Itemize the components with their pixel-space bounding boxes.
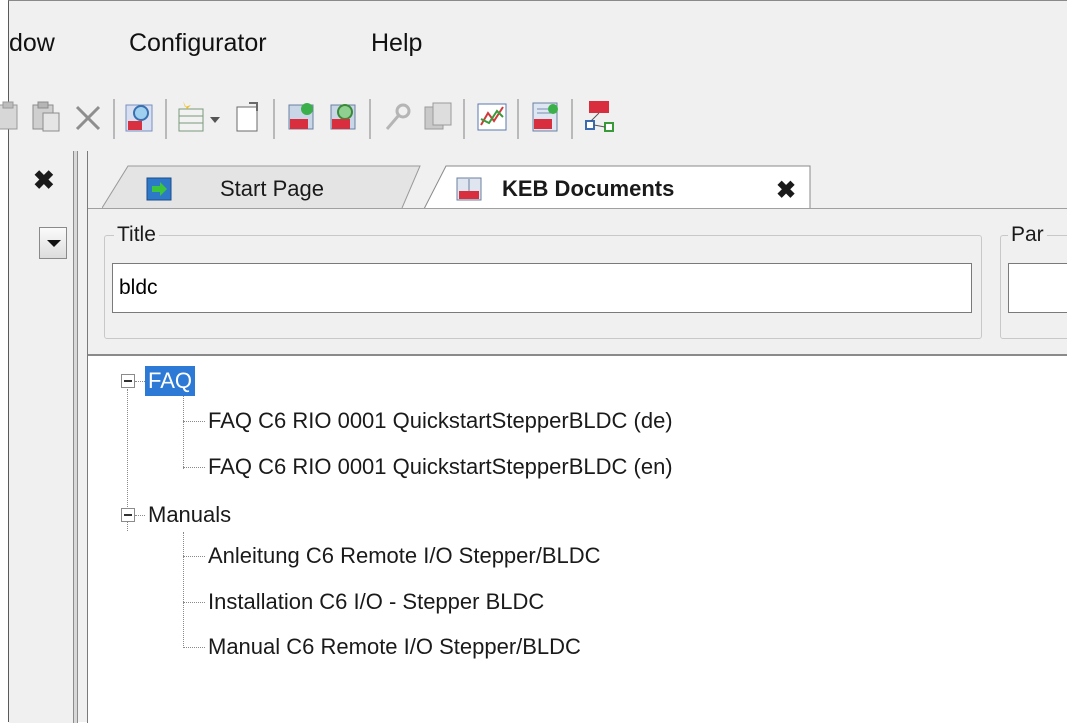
keb-search-icon[interactable] xyxy=(327,99,361,135)
keb-add-icon[interactable] xyxy=(285,99,319,135)
paste-icon[interactable] xyxy=(0,99,21,135)
tab-keb-documents[interactable]: KEB Documents ✖ xyxy=(424,165,822,209)
document-tree: FAQ FAQ C6 RIO 0001 QuickstartStepperBLD… xyxy=(88,354,1067,723)
toolbar-separator xyxy=(165,99,167,139)
toolbar xyxy=(0,83,1067,151)
collapse-icon[interactable] xyxy=(121,374,135,388)
toolbar-separator xyxy=(113,99,115,139)
chart-icon[interactable] xyxy=(475,99,509,135)
new-project-icon[interactable] xyxy=(175,99,209,135)
toolbar-separator xyxy=(463,99,465,139)
tree-connector xyxy=(183,421,205,422)
tree-item[interactable]: FAQ C6 RIO 0001 QuickstartStepperBLDC (e… xyxy=(205,452,676,482)
title-filter-input[interactable] xyxy=(112,263,972,313)
par-filter-input[interactable] xyxy=(1008,263,1067,313)
tree-item[interactable]: FAQ C6 RIO 0001 QuickstartStepperBLDC (d… xyxy=(205,406,676,436)
keb-documents-icon xyxy=(456,177,482,201)
search-keb-icon[interactable] xyxy=(123,99,157,135)
copy-document-icon[interactable] xyxy=(421,99,455,135)
close-icon[interactable]: ✖ xyxy=(776,176,796,205)
menu-bar: dow Configurator Help xyxy=(9,1,1067,83)
toolbar-separator xyxy=(273,99,275,139)
main-area: Start Page KEB Documents ✖ Title Par xyxy=(87,151,1067,723)
tree-node-manuals[interactable]: Manuals xyxy=(145,500,234,530)
export-icon[interactable] xyxy=(231,99,265,135)
menu-help[interactable]: Help xyxy=(371,29,422,58)
tab-strip: Start Page KEB Documents ✖ xyxy=(88,151,1067,209)
tree-connector xyxy=(183,389,184,469)
tree-item[interactable]: Anleitung C6 Remote I/O Stepper/BLDC xyxy=(205,541,604,571)
tab-label: KEB Documents xyxy=(502,176,675,201)
tree-item[interactable]: Manual C6 Remote I/O Stepper/BLDC xyxy=(205,632,584,662)
toolbar-separator xyxy=(571,99,573,139)
toolbar-separator xyxy=(369,99,371,139)
panel-dropdown-button[interactable] xyxy=(39,227,67,259)
tree-connector xyxy=(183,602,205,603)
tab-strip-divider xyxy=(88,208,1067,209)
tab-label: Start Page xyxy=(220,176,324,201)
key-icon[interactable] xyxy=(381,99,415,135)
copy-icon[interactable] xyxy=(29,99,63,135)
tab-start-page[interactable]: Start Page xyxy=(102,165,432,209)
delete-icon[interactable] xyxy=(71,99,105,135)
tree-connector xyxy=(183,647,205,648)
menu-window[interactable]: dow xyxy=(9,29,55,58)
title-filter-label: Title xyxy=(114,223,159,247)
tree-connector xyxy=(135,381,145,382)
chevron-down-icon xyxy=(47,240,61,247)
chevron-down-icon[interactable] xyxy=(207,99,223,135)
collapse-icon[interactable] xyxy=(121,508,135,522)
application-window: dow Configurator Help ✖ Start Page KEB D… xyxy=(0,0,1067,723)
tree-connector xyxy=(183,467,205,468)
par-filter-label: Par xyxy=(1008,223,1047,247)
tree-connector xyxy=(135,515,145,516)
tree-connector xyxy=(183,532,184,648)
network-icon[interactable] xyxy=(583,99,617,135)
tree-connector xyxy=(183,556,205,557)
menu-configurator[interactable]: Configurator xyxy=(129,29,267,58)
keb-doc-icon[interactable] xyxy=(529,99,563,135)
close-icon[interactable]: ✖ xyxy=(33,167,55,193)
tree-item[interactable]: Installation C6 I/O - Stepper BLDC xyxy=(205,587,547,617)
tree-node-faq[interactable]: FAQ xyxy=(145,366,196,396)
toolbar-separator xyxy=(517,99,519,139)
panel-splitter[interactable] xyxy=(73,151,78,723)
start-page-icon xyxy=(146,177,172,201)
